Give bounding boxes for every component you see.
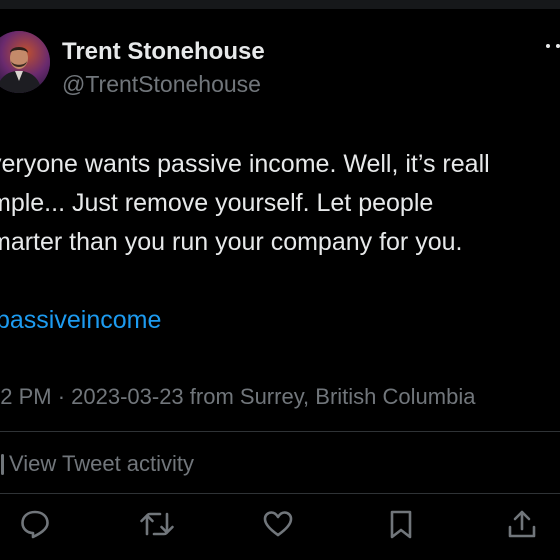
avatar[interactable]	[0, 31, 50, 93]
hashtag-link[interactable]: passiveincome	[0, 305, 161, 335]
retweet-arrows-icon	[140, 512, 174, 536]
speech-bubble-icon	[21, 510, 49, 539]
share-button[interactable]	[506, 508, 538, 540]
top-bar	[0, 0, 560, 9]
share-upload-icon	[508, 510, 536, 538]
author-name[interactable]: Trent Stonehouse	[62, 38, 265, 66]
avatar-image	[0, 31, 50, 93]
tweet-text-line: marter than you run your company for you…	[0, 228, 463, 256]
tweet-text-line: mple... Just remove yourself. Let people	[0, 189, 434, 217]
view-tweet-activity-label: View Tweet activity	[9, 451, 195, 476]
tweet-text-line: veryone wants passive income. Well, it’s…	[0, 150, 490, 178]
heart-outline-icon	[263, 511, 293, 537]
bookmark-outline-icon	[390, 510, 412, 539]
author-handle[interactable]: @TrentStonehouse	[62, 71, 261, 98]
retweet-button[interactable]	[139, 508, 174, 540]
bar-chart-icon	[1, 454, 4, 475]
reply-button[interactable]	[19, 508, 51, 540]
divider	[0, 431, 560, 432]
bookmark-button[interactable]	[385, 508, 417, 540]
view-tweet-activity-button[interactable]: View Tweet activity	[0, 447, 194, 481]
tweet-timestamp-location[interactable]: 02 PM · 2023-03-23 from Surrey, British …	[0, 383, 475, 411]
more-options-icon[interactable]	[536, 34, 560, 58]
like-button[interactable]	[262, 508, 294, 540]
divider	[0, 493, 560, 494]
